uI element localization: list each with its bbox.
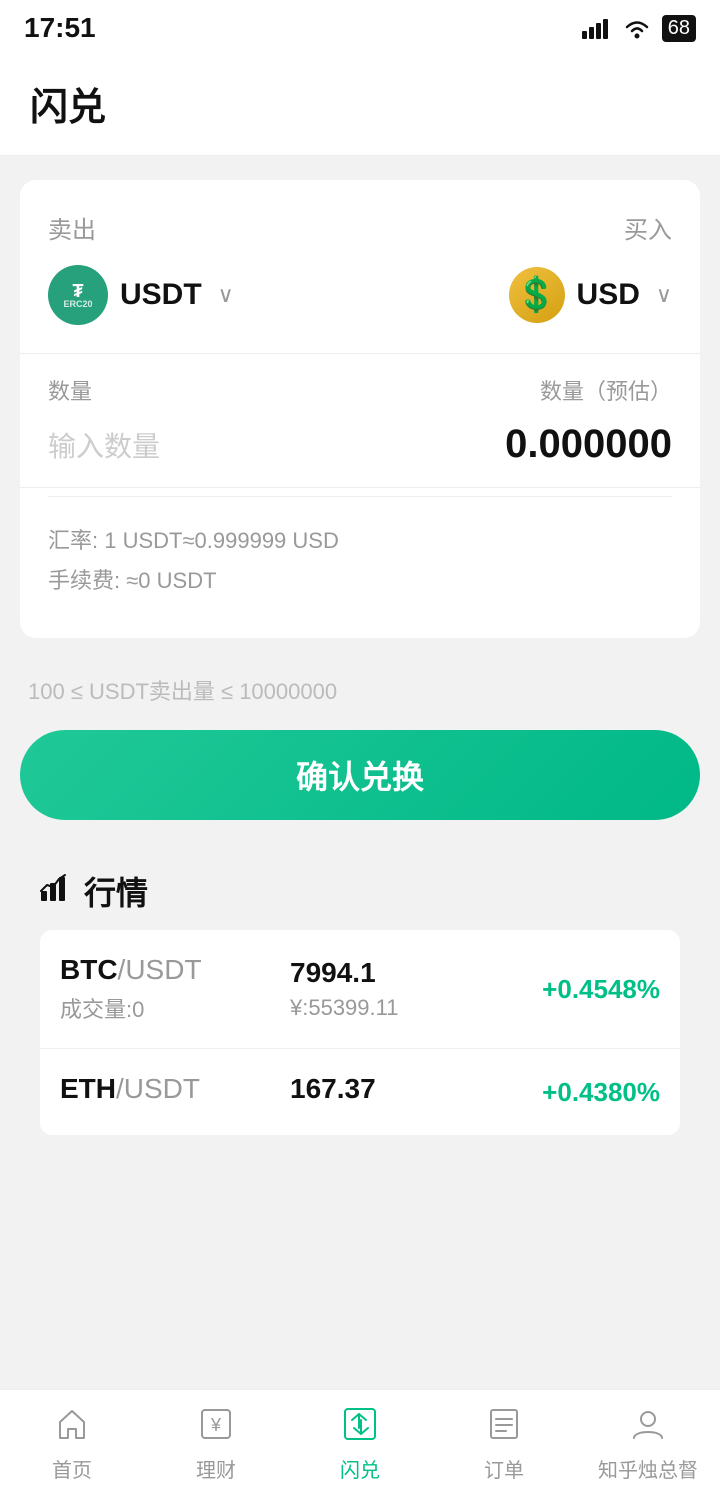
confirm-button[interactable]: 确认兑换 [20,730,700,820]
eth-pair-name: ETH/USDT [60,1073,290,1105]
currency-row: ₮ ERC20 USDT ∨ 💲 USD ∨ [48,265,672,325]
finance-icon: ¥ [198,1406,234,1448]
to-currency-selector[interactable]: 💲 USD ∨ [509,267,672,323]
nav-item-swap[interactable]: 闪兑 [288,1390,432,1499]
usd-coin-icon: 💲 [509,267,565,323]
btc-quote: /USDT [118,954,202,985]
nav-item-finance[interactable]: ¥ 理财 [144,1390,288,1499]
market-header: 行情 [40,848,680,930]
btc-price-block: 7994.1 ¥:55399.11 [290,957,520,1021]
svg-text:¥: ¥ [210,1415,222,1435]
wifi-icon [622,17,652,39]
amount-input[interactable]: 输入数量 [48,425,160,465]
battery-level: 68 [668,17,690,40]
bottom-nav: 首页 ¥ 理财 闪兑 [0,1389,720,1499]
eth-price-block: 167.37 [290,1073,520,1111]
signal-icon [582,17,612,39]
limit-text: 100 ≤ USDT卖出量 ≤ 10000000 [20,658,700,714]
from-currency-selector[interactable]: ₮ ERC20 USDT ∨ [48,265,234,325]
market-item-eth[interactable]: ETH/USDT 167.37 +0.4380% [40,1049,680,1135]
profile-icon [630,1406,666,1448]
amount-row: 输入数量 0.000000 [48,422,672,467]
quantity-label: 数量 [48,374,92,406]
estimated-label: 数量（预估） [540,374,672,406]
eth-quote: /USDT [116,1073,200,1104]
from-currency-chevron: ∨ [218,282,234,308]
btc-change: +0.4548% [520,974,660,1005]
btc-volume: 成交量:0 [60,992,290,1024]
usdt-icon: ₮ ERC20 [48,265,108,325]
page-title: 闪兑 [30,76,690,131]
exchange-rate: 汇率: 1 USDT≈0.999999 USD [48,521,672,561]
to-currency-chevron: ∨ [656,282,672,308]
nav-label-home: 首页 [52,1454,92,1483]
home-icon [54,1406,90,1448]
buy-label: 买入 [624,210,672,245]
market-chart-icon [40,871,72,911]
market-title: 行情 [84,868,148,914]
exchange-card: 卖出 买入 ₮ ERC20 USDT ∨ 💲 US [20,180,700,638]
nav-label-orders: 订单 [484,1454,524,1483]
market-list: BTC/USDT 成交量:0 7994.1 ¥:55399.11 +0.4548… [40,930,680,1135]
eth-change: +0.4380% [520,1077,660,1108]
eth-price: 167.37 [290,1073,520,1105]
from-currency-name: USDT [120,278,202,312]
main-content: 卖出 买入 ₮ ERC20 USDT ∨ 💲 US [0,156,720,1279]
market-pair-btc: BTC/USDT 成交量:0 [60,954,290,1024]
market-section: 行情 BTC/USDT 成交量:0 7994.1 ¥:55399.11 +0.4… [20,848,700,1135]
btc-price-cny: ¥:55399.11 [290,995,520,1021]
market-pair-eth: ETH/USDT [60,1073,290,1111]
status-time: 17:51 [24,12,96,44]
nav-label-swap: 闪兑 [340,1454,380,1483]
output-amount: 0.000000 [505,422,672,467]
amount-labels: 数量 数量（预估） [48,374,672,406]
status-icons: 68 [582,15,696,42]
nav-label-finance: 理财 [196,1454,236,1483]
sell-buy-row: 卖出 买入 [48,210,672,245]
orders-icon [486,1406,522,1448]
page-header: 闪兑 [0,56,720,156]
divider-2 [20,487,700,488]
battery-icon: 68 [662,15,696,42]
to-currency-name: USD [577,278,640,312]
sell-label: 卖出 [48,210,96,245]
nav-item-profile[interactable]: 知乎烛总督 [576,1390,720,1499]
rate-section: 汇率: 1 USDT≈0.999999 USD 手续费: ≈0 USDT [48,496,672,608]
fee-text: 手续费: ≈0 USDT [48,561,672,601]
nav-item-home[interactable]: 首页 [0,1390,144,1499]
amount-section: 数量 数量（预估） 输入数量 0.000000 [48,354,672,487]
btc-pair-name: BTC/USDT [60,954,290,986]
market-item-btc[interactable]: BTC/USDT 成交量:0 7994.1 ¥:55399.11 +0.4548… [40,930,680,1049]
nav-label-profile: 知乎烛总督 [598,1454,698,1483]
btc-price: 7994.1 [290,957,520,989]
swap-icon [342,1406,378,1448]
status-bar: 17:51 68 [0,0,720,56]
nav-item-orders[interactable]: 订单 [432,1390,576,1499]
